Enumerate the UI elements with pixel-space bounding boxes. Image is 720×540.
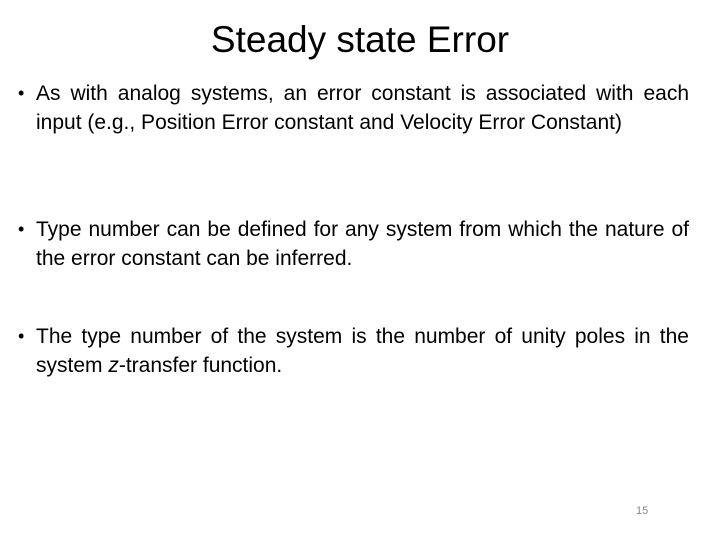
bullet-item: • Type number can be defined for any sys… (18, 215, 689, 273)
bullet-text: Type number can be defined for any syste… (36, 218, 689, 270)
slide-title: Steady state Error (210, 19, 510, 60)
bullet-item: • As with analog systems, an error const… (18, 79, 689, 137)
bullet-text-part: -transfer function. (118, 354, 283, 377)
bullet-item: • The type number of the system is the n… (18, 322, 689, 380)
bullet-text: As with analog systems, an error constan… (36, 82, 689, 134)
bullet-icon: • (18, 219, 25, 239)
page-number: 15 (636, 505, 649, 517)
bullet-icon: • (18, 83, 25, 103)
italic-variable-z: z (108, 354, 119, 377)
bullet-icon: • (18, 326, 25, 346)
bullet-text: The type number of the system is the num… (27, 322, 689, 380)
